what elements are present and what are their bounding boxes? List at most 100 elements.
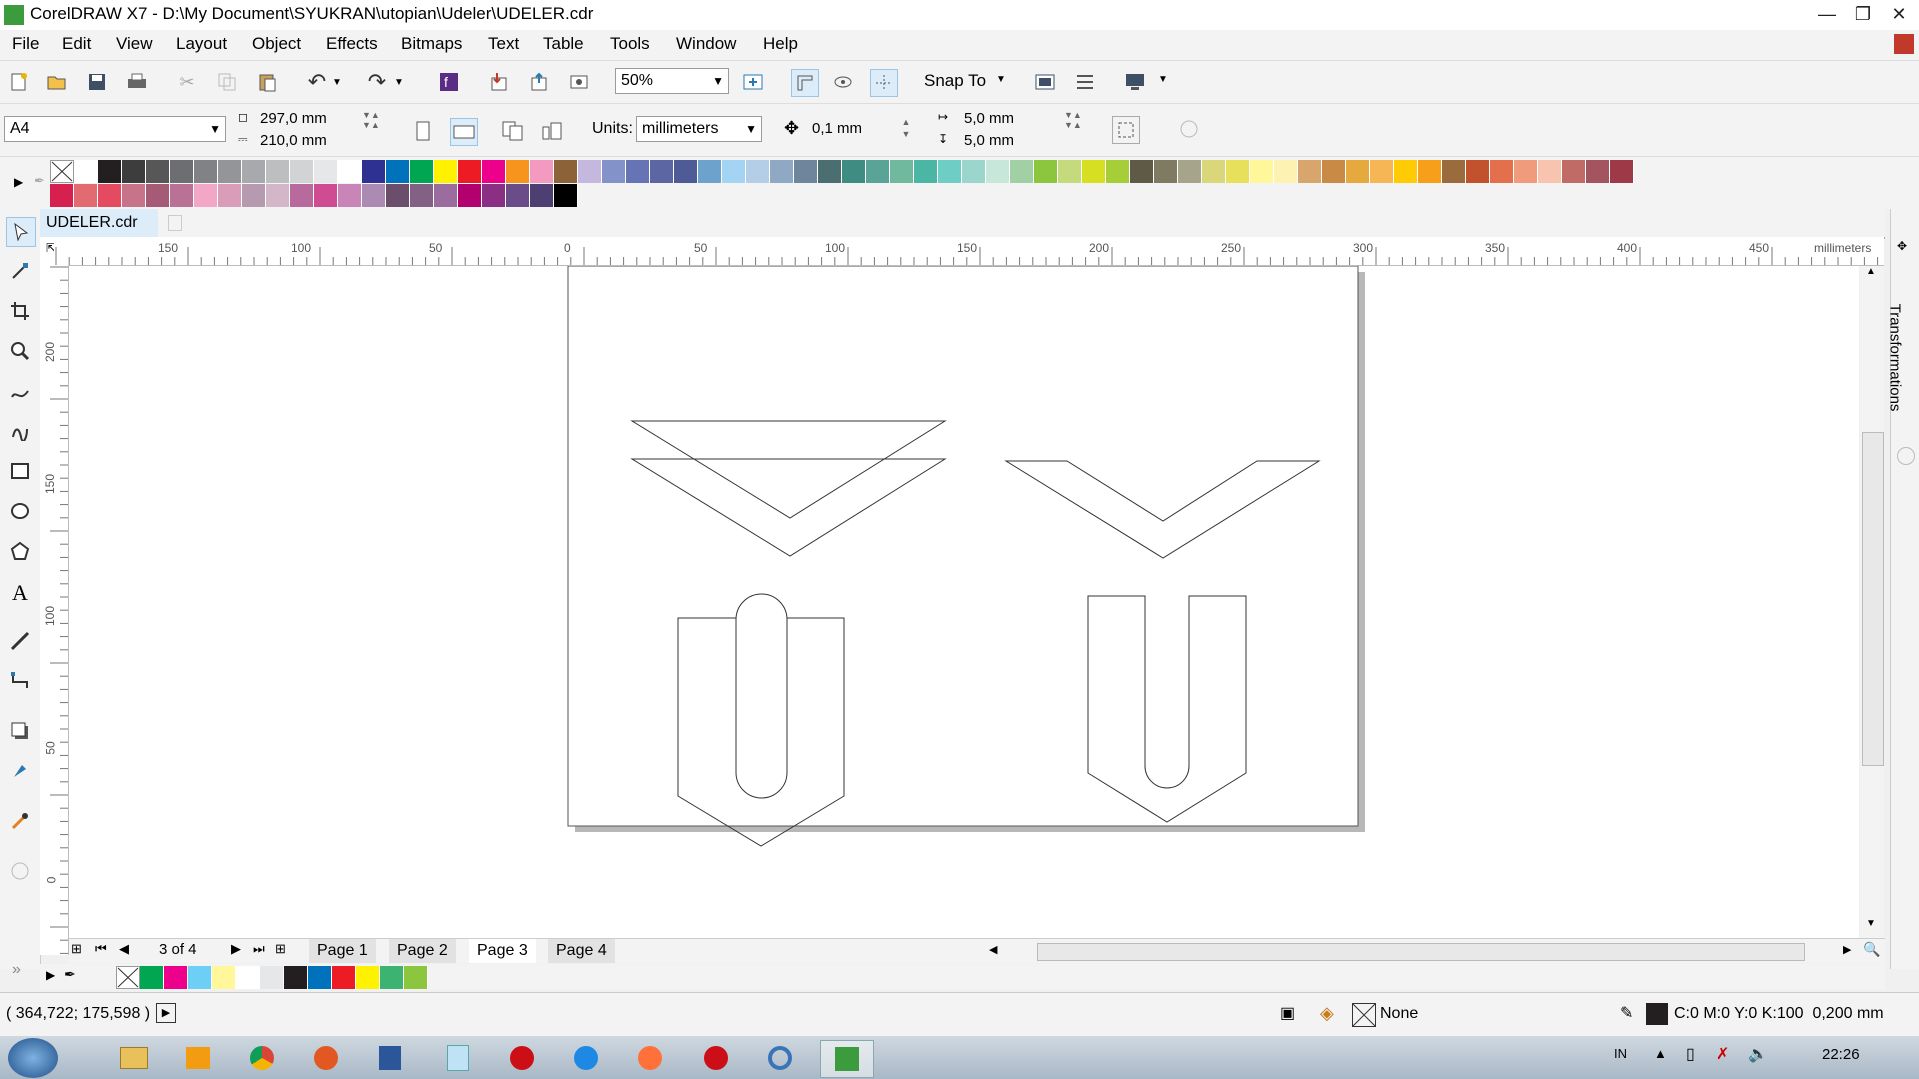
polygon-tool-icon[interactable] bbox=[6, 537, 34, 565]
menu-bitmaps[interactable]: Bitmaps bbox=[401, 34, 462, 54]
palette-swatch[interactable] bbox=[314, 160, 338, 183]
palette-swatch[interactable] bbox=[842, 160, 866, 183]
firefox-taskbar-icon[interactable] bbox=[624, 1040, 676, 1076]
print-icon[interactable] bbox=[124, 69, 150, 95]
palette-swatch[interactable] bbox=[818, 160, 842, 183]
user-icon[interactable] bbox=[1894, 34, 1914, 54]
palette-swatch[interactable] bbox=[146, 160, 170, 183]
show-grid-icon[interactable] bbox=[830, 69, 856, 95]
palette-swatch[interactable] bbox=[506, 184, 530, 207]
palette-swatch[interactable] bbox=[962, 160, 986, 183]
palette-swatch[interactable] bbox=[266, 160, 290, 183]
document-tab[interactable]: UDELER.cdr bbox=[40, 209, 158, 237]
scroll-left-icon[interactable]: ◀ bbox=[989, 943, 997, 956]
text-tool-icon[interactable]: A bbox=[6, 579, 34, 607]
pick-tool-icon[interactable] bbox=[6, 217, 36, 247]
menu-window[interactable]: Window bbox=[676, 34, 736, 54]
docker-toggle-icon[interactable] bbox=[1176, 116, 1202, 142]
opera-taskbar-icon[interactable] bbox=[496, 1040, 548, 1076]
palette-swatch[interactable] bbox=[362, 184, 386, 207]
sync-taskbar-icon[interactable] bbox=[754, 1040, 806, 1076]
palette-swatch[interactable] bbox=[746, 160, 770, 183]
palette-swatch[interactable] bbox=[650, 160, 674, 183]
palette-swatch[interactable] bbox=[386, 184, 410, 207]
palette-swatch[interactable] bbox=[1106, 160, 1130, 183]
palette-swatch[interactable] bbox=[1418, 160, 1442, 183]
doc-palette-swatch[interactable] bbox=[380, 966, 404, 989]
palette-swatch[interactable] bbox=[242, 184, 266, 207]
palette-swatch[interactable] bbox=[506, 160, 530, 183]
palette-swatch[interactable] bbox=[890, 160, 914, 183]
palette-swatch[interactable] bbox=[866, 160, 890, 183]
add-page-after-icon[interactable]: ⊞ bbox=[275, 941, 286, 957]
snap-status-icon[interactable]: ▣ bbox=[1280, 1003, 1295, 1023]
palette-swatch[interactable] bbox=[266, 184, 290, 207]
palette-swatch[interactable] bbox=[1250, 160, 1274, 183]
vertical-ruler[interactable]: 200 150 100 50 0 bbox=[40, 265, 69, 955]
palette-swatch[interactable] bbox=[1034, 160, 1058, 183]
battery-icon[interactable]: ▯ bbox=[1686, 1044, 1695, 1064]
scroll-down-icon[interactable]: ▼ bbox=[1866, 918, 1876, 929]
palette-swatch[interactable] bbox=[1490, 160, 1514, 183]
minimize-icon[interactable]: — bbox=[1812, 2, 1842, 26]
palette-swatch[interactable] bbox=[1058, 160, 1082, 183]
palette-swatch[interactable] bbox=[218, 160, 242, 183]
palette-swatch[interactable] bbox=[482, 160, 506, 183]
palette-swatch[interactable] bbox=[122, 160, 146, 183]
doc-palette-swatch[interactable] bbox=[164, 966, 188, 989]
redo-dropdown-icon[interactable]: ▼ bbox=[392, 69, 406, 95]
page-tab-1[interactable]: Page 1 bbox=[309, 939, 376, 963]
docker-options-icon[interactable] bbox=[1897, 447, 1915, 465]
palette-swatch[interactable] bbox=[770, 160, 794, 183]
palette-swatch[interactable] bbox=[434, 160, 458, 183]
first-page-icon[interactable]: ⏮ bbox=[95, 941, 107, 957]
internet-explorer-taskbar-icon[interactable] bbox=[560, 1040, 612, 1076]
undo-dropdown-icon[interactable]: ▼ bbox=[330, 69, 344, 95]
palette-swatch[interactable] bbox=[1442, 160, 1466, 183]
palette-swatch[interactable] bbox=[170, 184, 194, 207]
palette-swatch[interactable] bbox=[410, 184, 434, 207]
current-page-icon[interactable] bbox=[540, 118, 566, 144]
page-width-field[interactable]: 297,0 mm bbox=[260, 110, 327, 127]
doc-palette-swatch[interactable] bbox=[308, 966, 332, 989]
doc-palette-swatch[interactable] bbox=[188, 966, 212, 989]
palette-swatch[interactable] bbox=[386, 160, 410, 183]
snap-to-label[interactable]: Snap To bbox=[924, 71, 986, 91]
smart-drawing-tool-icon[interactable] bbox=[6, 417, 34, 445]
palette-swatch[interactable] bbox=[1370, 160, 1394, 183]
palette-swatch[interactable] bbox=[290, 160, 314, 183]
palette-swatch[interactable] bbox=[122, 184, 146, 207]
palette-swatch[interactable] bbox=[74, 160, 98, 183]
palette-swatch[interactable] bbox=[98, 184, 122, 207]
page-height-field[interactable]: 210,0 mm bbox=[260, 132, 327, 149]
open-icon[interactable] bbox=[44, 69, 70, 95]
parallel-dimension-tool-icon[interactable] bbox=[6, 627, 34, 655]
rectangle-tool-icon[interactable] bbox=[6, 457, 34, 485]
transformations-docker-tab[interactable]: ✥ Transformations bbox=[1886, 209, 1919, 969]
menu-view[interactable]: View bbox=[116, 34, 153, 54]
landscape-icon[interactable] bbox=[450, 118, 478, 146]
page-tab-2[interactable]: Page 2 bbox=[389, 939, 456, 963]
nudge-distance-field[interactable]: 0,1 mm bbox=[812, 120, 862, 137]
redo-icon[interactable]: ↷ bbox=[364, 69, 390, 95]
notepad-taskbar-icon[interactable] bbox=[432, 1040, 484, 1076]
horizontal-ruler[interactable]: 150 100 50 0 50 100 150 200 250 300 350 … bbox=[54, 237, 1884, 266]
palette-swatch[interactable] bbox=[242, 160, 266, 183]
doc-no-color-swatch[interactable] bbox=[116, 966, 140, 989]
portrait-icon[interactable] bbox=[410, 118, 436, 144]
application-launcher-icon[interactable] bbox=[1072, 69, 1098, 95]
palette-swatch[interactable] bbox=[194, 184, 218, 207]
palette-swatch[interactable] bbox=[458, 160, 482, 183]
palette-swatch[interactable] bbox=[1394, 160, 1418, 183]
palette-swatch[interactable] bbox=[50, 184, 74, 207]
explorer-taskbar-icon[interactable] bbox=[108, 1040, 160, 1076]
doc-palette-swatch[interactable] bbox=[404, 966, 428, 989]
palette-scroll-icon[interactable]: ▶ bbox=[14, 175, 23, 189]
palette-swatch[interactable] bbox=[1226, 160, 1250, 183]
palette-swatch[interactable] bbox=[194, 160, 218, 183]
eyedropper-icon[interactable]: ✒ bbox=[34, 173, 45, 189]
all-pages-icon[interactable] bbox=[500, 118, 526, 144]
export-icon[interactable] bbox=[526, 69, 552, 95]
menu-edit[interactable]: Edit bbox=[62, 34, 91, 54]
palette-swatch[interactable] bbox=[74, 184, 98, 207]
